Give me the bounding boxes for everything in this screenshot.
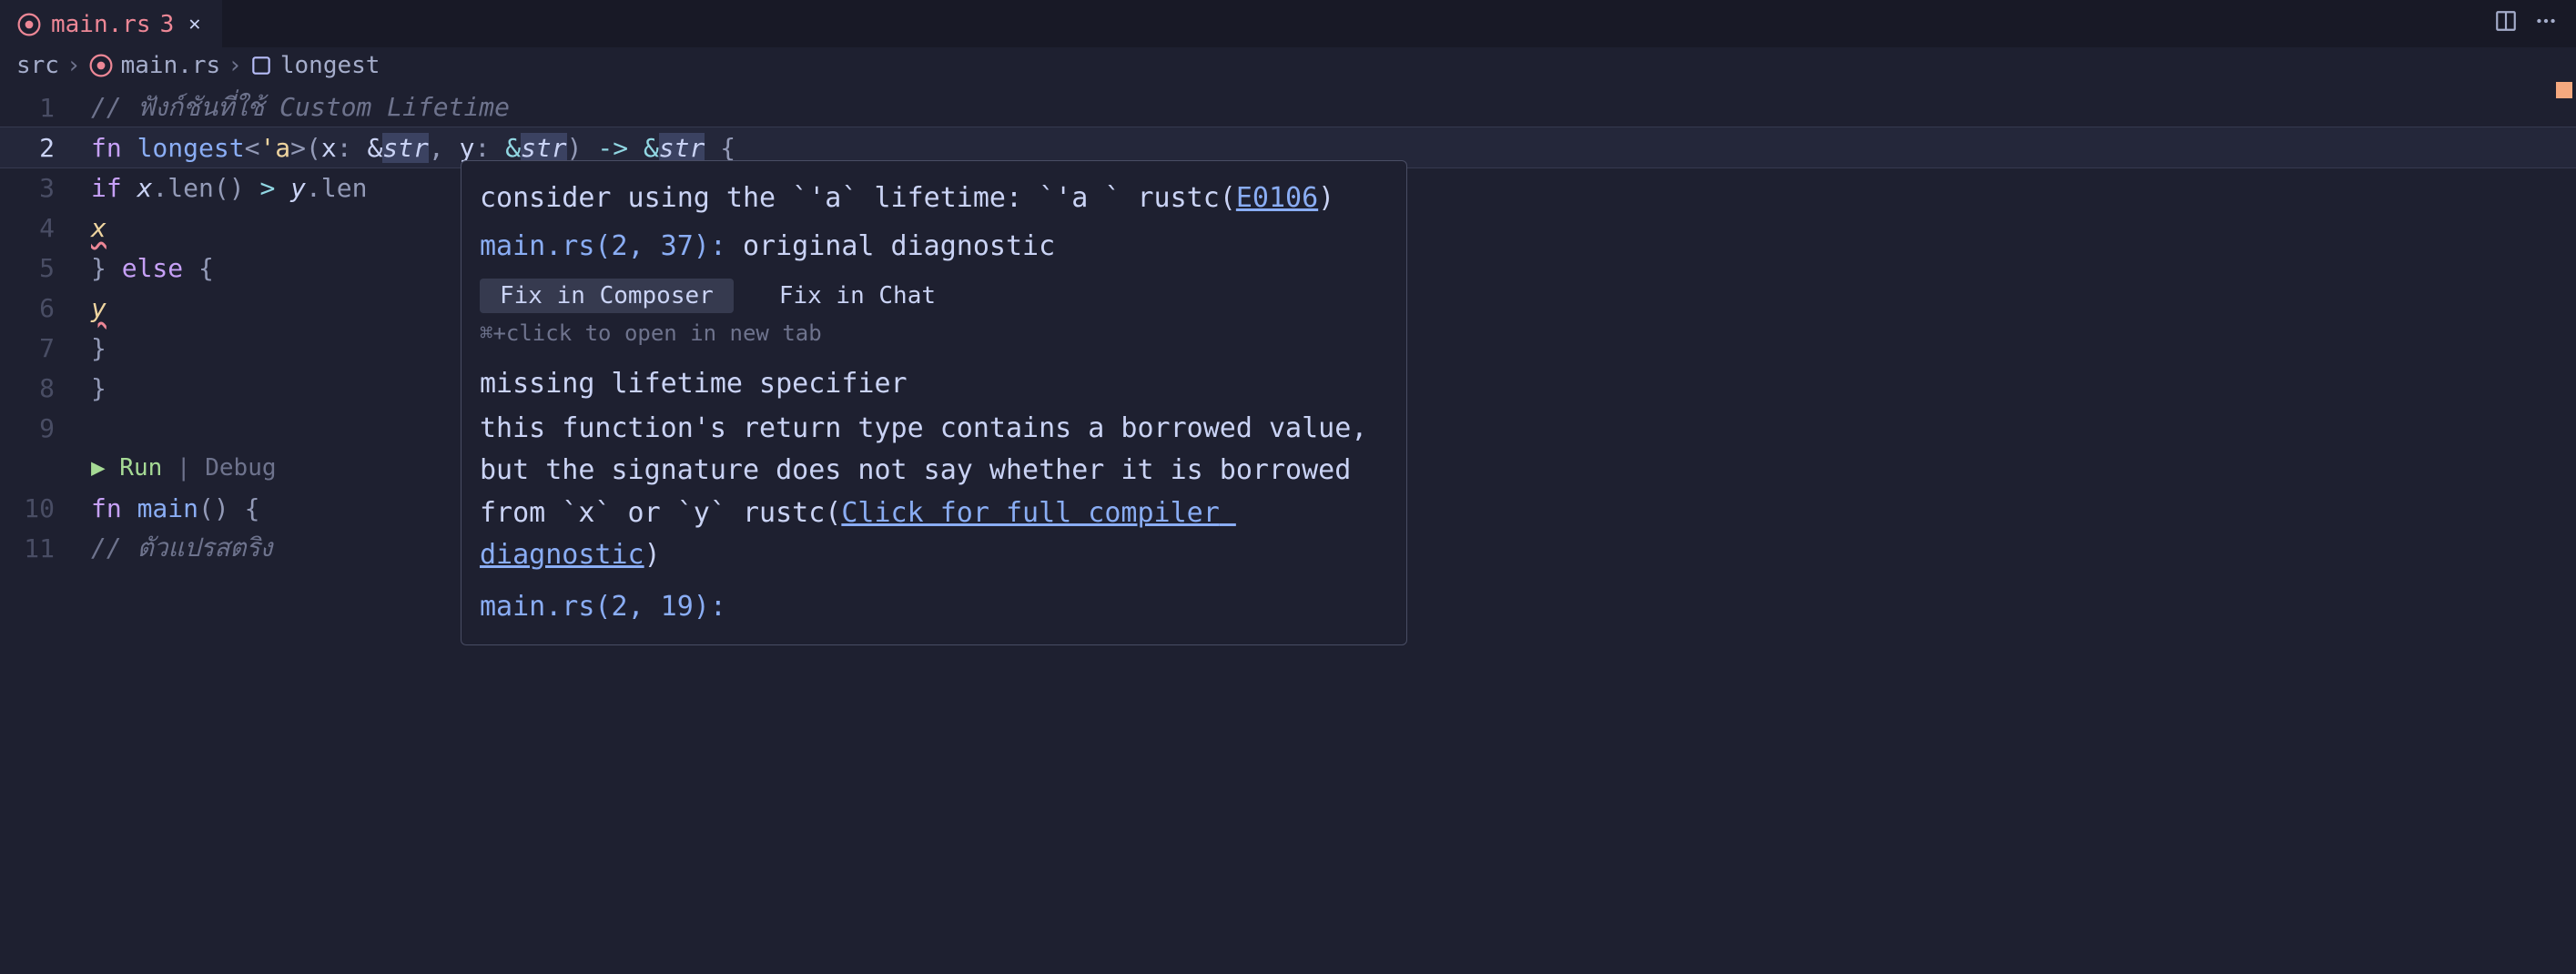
line-number: 4 [0, 213, 91, 243]
diagnostic-actions: Fix in Composer Fix in Chat [480, 279, 1388, 313]
line-number: 9 [0, 413, 91, 443]
line-number: 8 [0, 373, 91, 403]
breadcrumb-file[interactable]: main.rs [88, 52, 221, 79]
code-line: 1 // ฟังก์ชันที่ใช้ Custom Lifetime [0, 87, 2576, 127]
chevron-right-icon: › [66, 52, 81, 79]
error-code-link[interactable]: E0106 [1236, 182, 1318, 214]
line-number: 3 [0, 173, 91, 203]
diagnostic-hint: ⌘+click to open in new tab [480, 317, 1388, 350]
more-actions-icon[interactable] [2534, 9, 2558, 39]
editor-actions [2494, 9, 2576, 39]
line-number: 11 [0, 533, 91, 563]
function-symbol-icon [249, 54, 273, 77]
chevron-right-icon: › [228, 52, 242, 79]
code-content: } [91, 333, 106, 363]
breadcrumb-symbol[interactable]: longest [249, 52, 380, 79]
code-content: x [91, 213, 106, 243]
code-content: } [91, 373, 106, 403]
code-lens: ▶ Run | Debug [91, 454, 277, 482]
fix-in-chat-button[interactable]: Fix in Chat [759, 279, 956, 313]
code-content: fn longest<'a>(x: &str, y: &str) -> &str… [91, 133, 735, 163]
run-codelens[interactable]: ▶ Run [91, 454, 162, 482]
debug-codelens[interactable]: Debug [205, 454, 276, 482]
close-icon[interactable]: ✕ [183, 11, 206, 37]
diagnostic-location: main.rs(2, 37): original diagnostic [480, 226, 1388, 269]
line-number: 6 [0, 293, 91, 323]
diagnostic-related-location[interactable]: main.rs(2, 19): [480, 586, 1388, 629]
breadcrumb: src › main.rs › longest [0, 47, 2576, 84]
line-number: 2 [0, 133, 91, 163]
diagnostic-body: missing lifetime specifierthis function'… [480, 363, 1388, 577]
tab-problems-count: 3 [160, 11, 175, 38]
code-content: // ตัวแปรสตริง [91, 528, 272, 568]
split-editor-icon[interactable] [2494, 9, 2518, 39]
code-content: if x.len() > y.len [91, 173, 367, 203]
code-content: fn main() { [91, 493, 259, 523]
diagnostic-location-link[interactable]: main.rs(2, 37): [480, 230, 743, 262]
line-number: 7 [0, 333, 91, 363]
tab-filename: main.rs [51, 11, 151, 38]
breadcrumb-symbol-label: longest [280, 52, 380, 79]
tab-group: main.rs 3 ✕ [0, 0, 222, 47]
diagnostic-suggestion: consider using the `'a` lifetime: `'a ` … [480, 178, 1388, 220]
code-content: } else { [91, 253, 214, 283]
code-content: y [91, 293, 106, 323]
line-number: 10 [0, 493, 91, 523]
tab-main-rs[interactable]: main.rs 3 ✕ [0, 0, 222, 47]
breadcrumb-file-label: main.rs [121, 52, 221, 79]
rust-icon [16, 12, 42, 37]
line-number: 1 [0, 93, 91, 123]
line-number: 5 [0, 253, 91, 283]
diagnostic-hover: consider using the `'a` lifetime: `'a ` … [461, 160, 1407, 645]
breadcrumb-src[interactable]: src [16, 52, 59, 79]
comment: // ฟังก์ชันที่ใช้ Custom Lifetime [91, 87, 510, 127]
rust-icon [88, 53, 114, 78]
tab-bar: main.rs 3 ✕ [0, 0, 2576, 47]
fix-in-composer-button[interactable]: Fix in Composer [480, 279, 734, 313]
